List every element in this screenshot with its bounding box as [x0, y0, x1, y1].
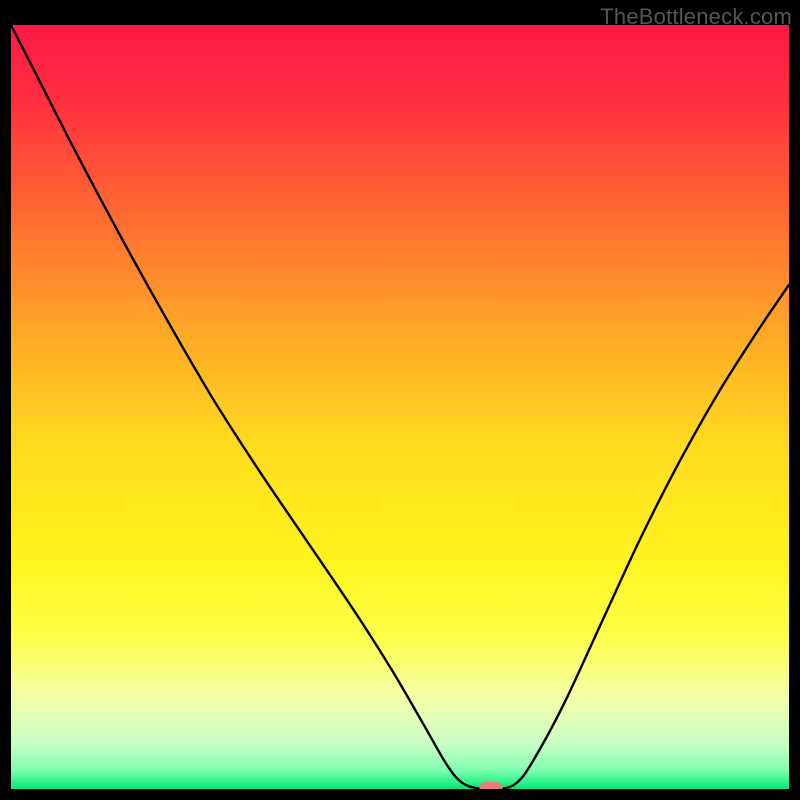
watermark-text: TheBottleneck.com [600, 4, 792, 30]
optimal-marker [480, 782, 503, 789]
chart-background [11, 25, 789, 789]
chart-svg [11, 25, 789, 789]
bottleneck-chart [11, 25, 789, 789]
